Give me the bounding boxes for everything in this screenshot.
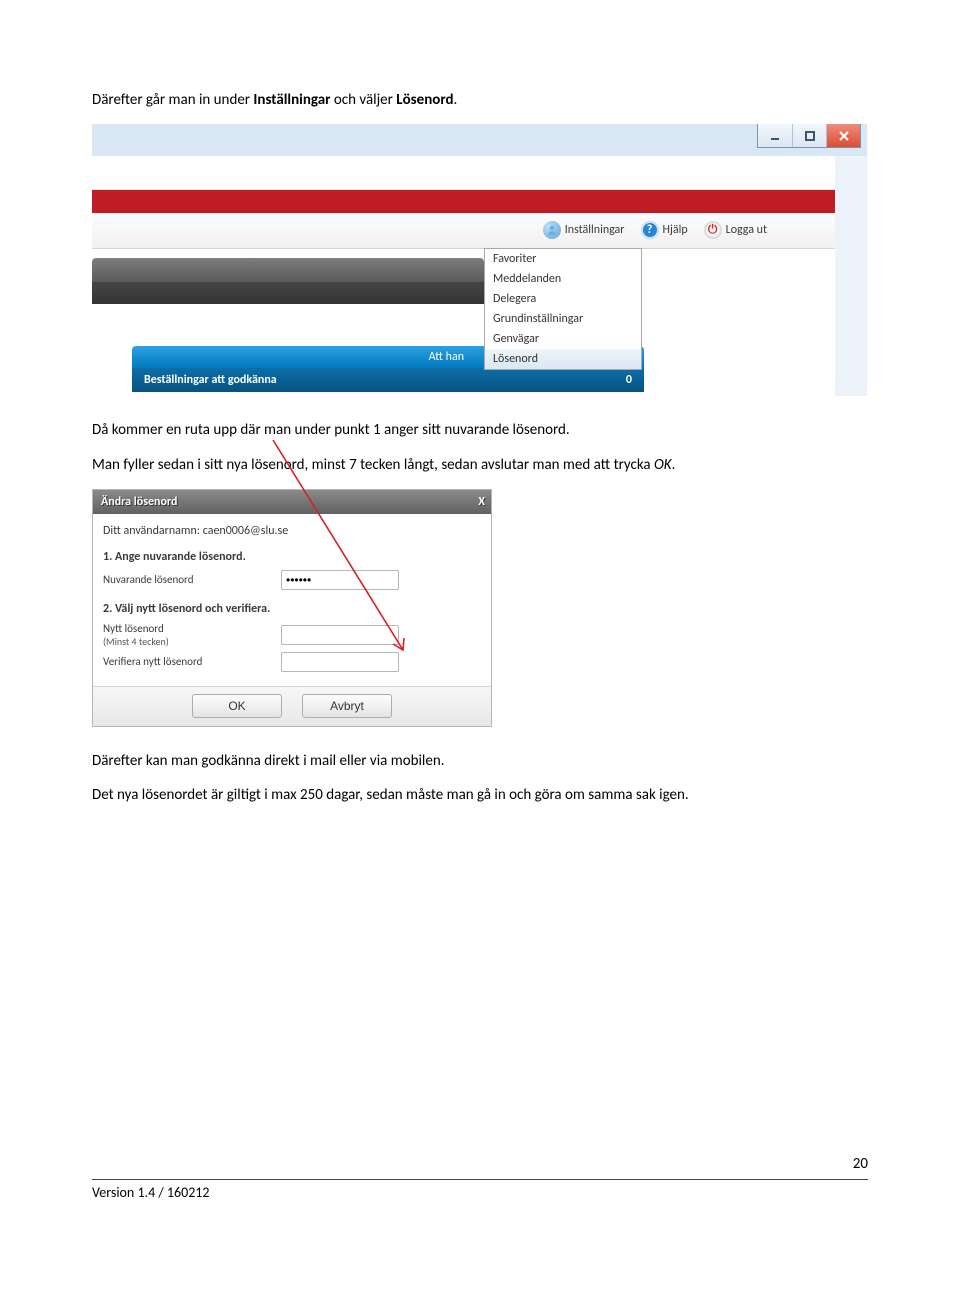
app-header (92, 190, 867, 213)
new-password-label: Nytt lösenord (Minst 4 tecken) (103, 622, 273, 648)
power-icon: ⏻ (704, 221, 722, 239)
toolbar-settings-label: Inställningar (565, 223, 625, 237)
panel-bestallningar[interactable]: Beställningar att godkänna 0 (132, 368, 644, 392)
verify-password-input[interactable] (281, 652, 399, 672)
window-titlebar (92, 124, 867, 156)
maximize-icon (804, 130, 816, 142)
text-italic: OK (654, 456, 672, 474)
paragraph-5: Det nya lösenordet är giltigt i max 250 … (92, 785, 868, 805)
text-bold: Lösenord (396, 91, 453, 109)
footer-divider (92, 1179, 868, 1180)
dialog-close-button[interactable]: X (478, 495, 485, 509)
current-password-label: Nuvarande lösenord (103, 573, 273, 586)
paragraph-2: Då kommer en ruta upp där man under punk… (92, 420, 868, 440)
nav-bar-dark-bottom (92, 282, 484, 304)
panel-bestallningar-label: Beställningar att godkänna (144, 373, 277, 387)
dialog-body: Ditt användarnamn: caen0006@slu.se 1. An… (93, 514, 491, 686)
screenshot-change-password-dialog: Ändra lösenord X Ditt användarnamn: caen… (92, 489, 492, 727)
page-footer: 20 Version 1.4 / 160212 (92, 1179, 868, 1201)
dialog-titlebar: Ändra lösenord X (93, 490, 491, 514)
settings-icon (543, 221, 561, 239)
minimize-icon (769, 130, 781, 142)
text: . (454, 91, 458, 109)
settings-dropdown: Favoriter Meddelanden Delegera Grundinst… (484, 248, 642, 370)
toolbar-logout-label: Logga ut (726, 223, 767, 237)
dropdown-item-genvagar[interactable]: Genvägar (485, 329, 641, 349)
dropdown-item-losenord[interactable]: Lösenord (485, 349, 641, 369)
ok-button[interactable]: OK (192, 694, 282, 718)
paragraph-1: Därefter går man in under Inställningar … (92, 90, 868, 110)
dropdown-item-favoriter[interactable]: Favoriter (485, 249, 641, 269)
toolbar-settings[interactable]: Inställningar (543, 221, 625, 239)
nav-bar-dark-top (92, 258, 484, 282)
panel-bestallningar-count: 0 (626, 373, 632, 387)
close-icon (838, 130, 850, 142)
text: Därefter går man in under (92, 91, 253, 109)
maximize-button[interactable] (792, 124, 826, 147)
paragraph-4: Därefter kan man godkänna direkt i mail … (92, 751, 868, 771)
browser-right-fragment (835, 156, 867, 396)
browser-chrome (92, 156, 835, 190)
dialog-title: Ändra lösenord (101, 495, 177, 509)
panel-header-label: Att han (429, 350, 464, 364)
new-password-sublabel: (Minst 4 tecken) (103, 635, 273, 648)
footer-version: Version 1.4 / 160212 (92, 1184, 868, 1201)
new-password-label-text: Nytt lösenord (103, 622, 164, 635)
app-toolbar: Inställningar ? Hjälp ⏻ Logga ut (92, 213, 835, 249)
help-icon: ? (641, 221, 659, 239)
toolbar-help-label: Hjälp (663, 223, 688, 237)
current-password-input[interactable] (281, 570, 399, 590)
username-display: Ditt användarnamn: caen0006@slu.se (103, 524, 481, 538)
dialog-button-row: OK Avbryt (93, 686, 491, 726)
text: Man fyller sedan i sitt nya lösenord, mi… (92, 456, 654, 474)
dropdown-item-grundinstallningar[interactable]: Grundinställningar (485, 309, 641, 329)
minimize-button[interactable] (758, 124, 792, 147)
dropdown-item-meddelanden[interactable]: Meddelanden (485, 269, 641, 289)
toolbar-logout[interactable]: ⏻ Logga ut (704, 221, 767, 239)
close-button[interactable] (826, 124, 860, 147)
screenshot-settings-menu: Inställningar ? Hjälp ⏻ Logga ut Favorit… (92, 124, 867, 396)
paragraph-3: Man fyller sedan i sitt nya lösenord, mi… (92, 455, 868, 475)
toolbar-help[interactable]: ? Hjälp (641, 221, 688, 239)
cancel-button[interactable]: Avbryt (302, 694, 392, 718)
step1-heading: 1. Ange nuvarande lösenord. (103, 550, 481, 564)
text: och väljer (330, 91, 396, 109)
verify-password-label: Verifiera nytt lösenord (103, 655, 273, 668)
page-number: 20 (853, 1155, 868, 1173)
step2-heading: 2. Välj nytt lösenord och verifiera. (103, 602, 481, 616)
text: . (672, 456, 676, 474)
window-controls (757, 124, 861, 148)
dropdown-item-delegera[interactable]: Delegera (485, 289, 641, 309)
new-password-input[interactable] (281, 625, 399, 645)
text-bold: Inställningar (253, 91, 330, 109)
